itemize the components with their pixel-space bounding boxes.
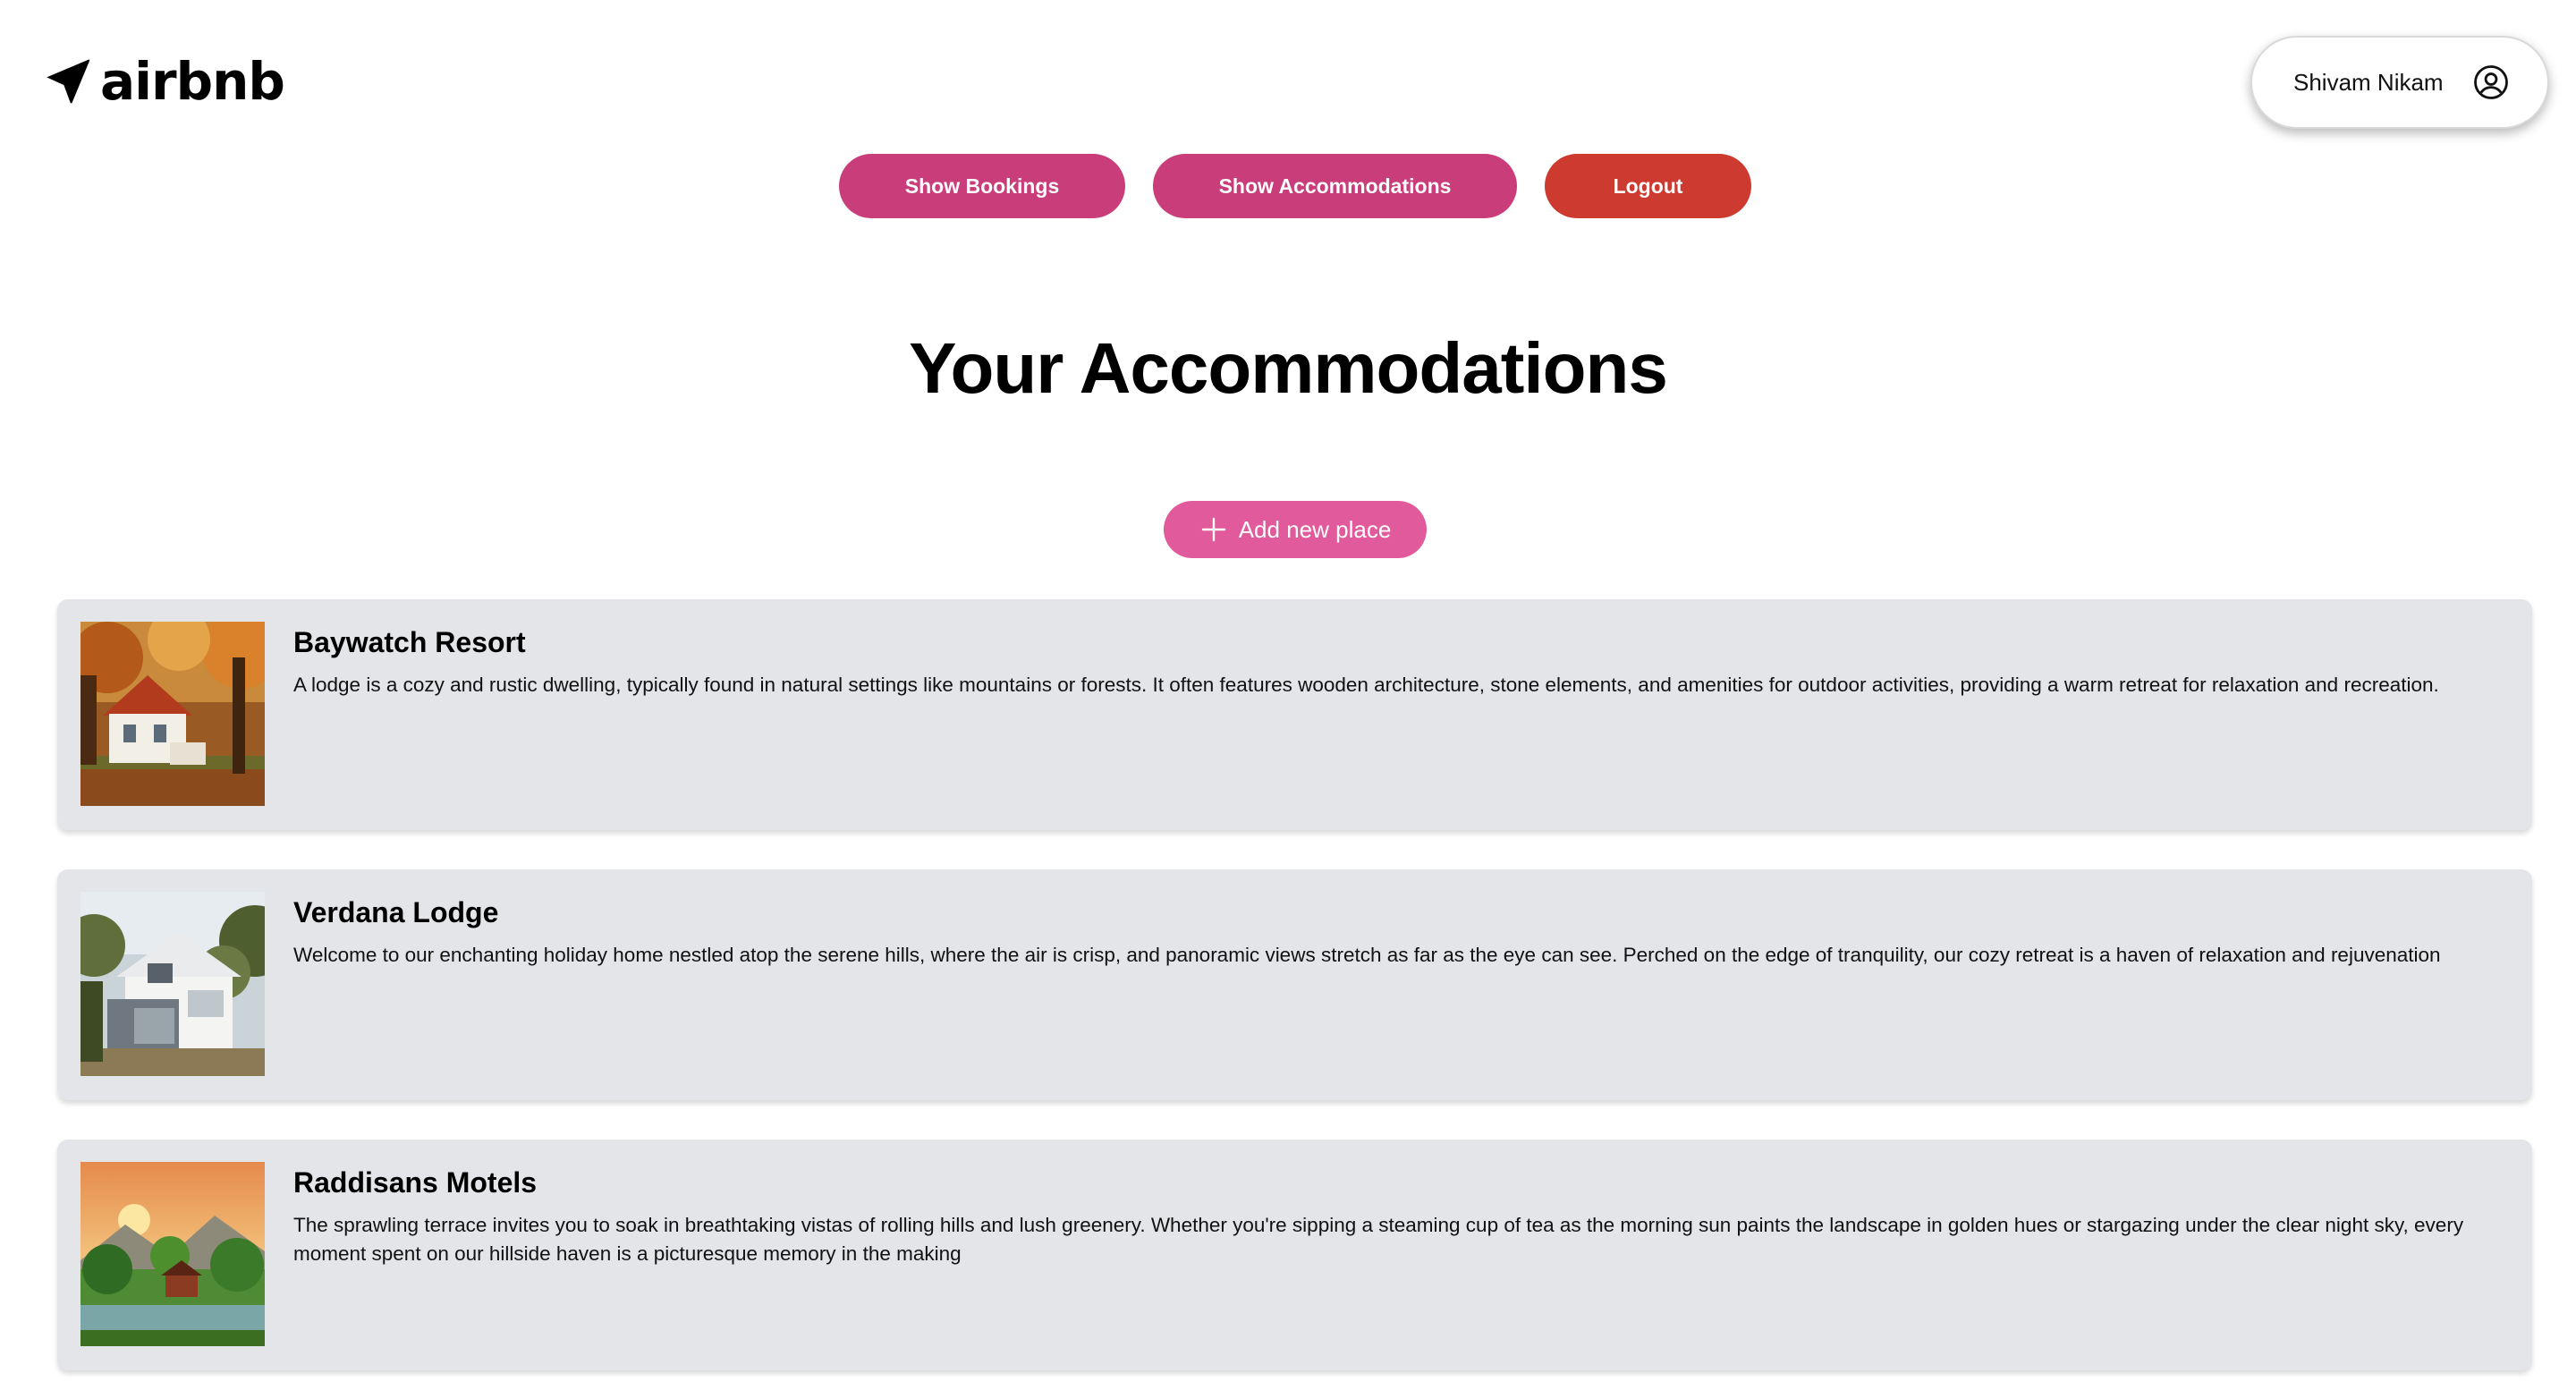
header: airbnb Shivam Nikam [0,0,2576,152]
page-title: Your Accommodations [909,328,1668,408]
place-card[interactable]: Baywatch Resort A lodge is a cozy and ru… [57,599,2532,830]
paper-plane-icon [39,54,95,109]
place-title: Verdana Lodge [293,896,499,928]
add-new-place-button[interactable]: Add new place [1164,501,1427,558]
add-new-place-label: Add new place [1238,515,1392,543]
logout-button[interactable]: Logout [1545,154,1751,218]
show-bookings-button[interactable]: Show Bookings [839,154,1125,218]
place-photo [80,892,265,1076]
place-photo [80,1162,265,1346]
nav-bar: Show Bookings Show Accommodations Logout [0,154,2576,218]
plus-icon [1199,515,1228,544]
user-menu-button[interactable]: Shivam Nikam [2250,36,2549,129]
logo-link[interactable]: airbnb [39,51,285,112]
user-name: Shivam Nikam [2293,68,2444,96]
logo-text: airbnb [100,51,285,112]
place-photo [80,622,265,806]
place-description: A lodge is a cozy and rustic dwelling, t… [293,674,2439,696]
place-card[interactable]: Verdana Lodge Welcome to our enchanting … [57,869,2532,1100]
place-description: Welcome to our enchanting holiday home n… [293,944,2441,966]
user-circle-icon [2472,64,2510,101]
place-title: Raddisans Motels [293,1166,538,1199]
show-accommodations-button[interactable]: Show Accommodations [1153,154,1517,218]
place-card[interactable]: Raddisans Motels The sprawling terrace i… [57,1140,2532,1370]
place-title: Baywatch Resort [293,626,526,658]
place-description: The sprawling terrace invites you to soa… [293,1214,2464,1265]
